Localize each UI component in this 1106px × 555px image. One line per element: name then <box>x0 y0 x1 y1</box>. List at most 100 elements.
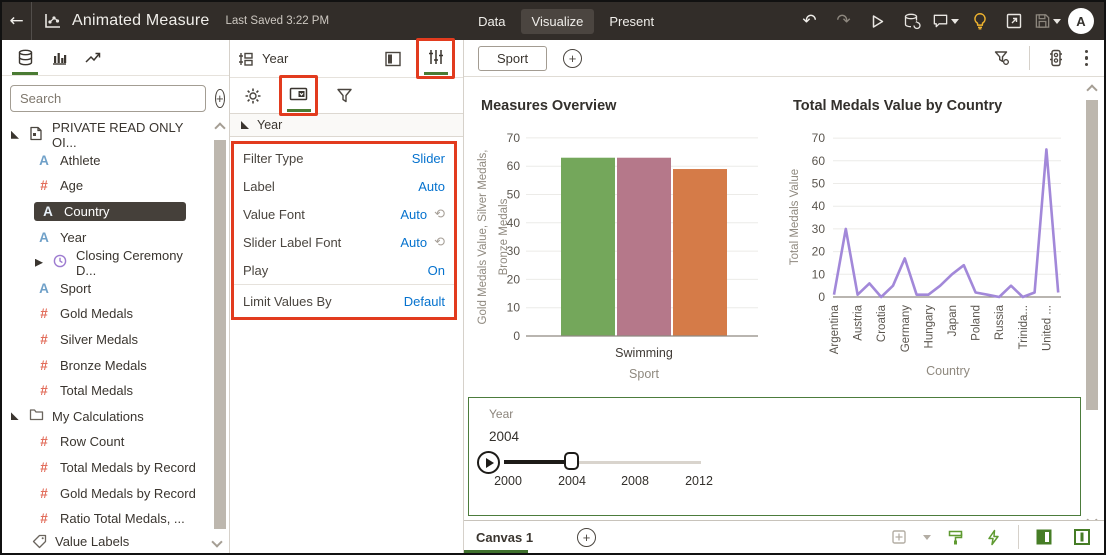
properties-title: Year <box>262 51 289 66</box>
redo-button[interactable]: ↷ <box>830 8 857 35</box>
viz-total-medals-by-country[interactable]: Total Medals Value by Country Total Medal… <box>781 77 1104 395</box>
refresh-data-icon <box>904 13 921 30</box>
tree-item-closing-ceremony-d[interactable]: Closing Ceremony D... <box>2 248 213 278</box>
prop-row-limit-values-by: Limit Values By Default <box>234 284 454 317</box>
tree-item-gold-medals-by-record[interactable]: # Gold Medals by Record <box>2 480 213 506</box>
x-tick-label: Hungary <box>923 305 935 349</box>
value-labels-section[interactable]: Value Labels <box>2 530 229 553</box>
tree-item-gold-medals[interactable]: # Gold Medals <box>2 301 213 327</box>
prop-value[interactable]: Slider <box>412 151 445 166</box>
tree-item-ratio-total-medals[interactable]: # Ratio Total Medals, ... <box>2 506 213 532</box>
section-expander-icon[interactable] <box>240 120 250 130</box>
canvas-scrollbar[interactable] <box>1085 84 1099 526</box>
reset-icon[interactable]: ⟲ <box>434 208 445 221</box>
line-series[interactable] <box>832 148 1060 299</box>
prop-value[interactable]: Auto <box>400 235 427 250</box>
prop-value[interactable]: On <box>428 263 445 278</box>
prop-value[interactable]: Default <box>404 294 445 309</box>
tree-expander-icon[interactable] <box>10 130 20 140</box>
slider-play-button[interactable] <box>477 451 500 474</box>
filter-values-button[interactable] <box>331 82 358 109</box>
tree-item-bronze-medals[interactable]: # Bronze Medals <box>2 352 213 378</box>
undo-button[interactable]: ↶ <box>796 8 823 35</box>
viz-measures-overview[interactable]: Measures Overview Gold Medals Value, Silv… <box>464 77 781 395</box>
y-tick-label: 50 <box>812 177 826 191</box>
canvas-actions-button[interactable] <box>980 524 1007 551</box>
slider-handle[interactable] <box>564 452 579 470</box>
scroll-up-icon[interactable] <box>1086 84 1098 96</box>
tree-item-private-read-only-oi[interactable]: PRIVATE READ ONLY OI... <box>2 120 213 150</box>
collapse-section-icon[interactable] <box>211 535 223 548</box>
tree-item-total-medals[interactable]: # Total Medals <box>2 378 213 404</box>
display-options-button[interactable] <box>285 80 312 107</box>
present-play-button[interactable] <box>864 8 891 35</box>
tree-item-row-count[interactable]: # Row Count <box>2 429 213 455</box>
prop-label: Play <box>243 262 269 278</box>
tab-visualizations[interactable] <box>42 40 76 75</box>
insights-button[interactable] <box>966 8 993 35</box>
general-settings-button[interactable] <box>239 82 266 109</box>
sport-filter-pill[interactable]: Sport <box>478 45 548 71</box>
tab-present[interactable]: Present <box>598 9 665 34</box>
tree-item-total-medals-by-record[interactable]: # Total Medals by Record <box>2 455 213 481</box>
add-filter-button[interactable]: + <box>563 48 583 68</box>
add-data-button[interactable]: + <box>215 88 225 108</box>
tree-expander-icon[interactable] <box>10 411 20 421</box>
bar-silver-medals[interactable] <box>617 157 671 336</box>
back-button[interactable]: ← <box>2 2 32 40</box>
tab-data-elements[interactable] <box>8 40 42 75</box>
properties-tab-button[interactable] <box>422 43 449 70</box>
prop-value[interactable]: Auto <box>418 179 445 194</box>
text-field-icon: A <box>39 152 49 168</box>
scrollbar-thumb[interactable] <box>1086 100 1098 410</box>
prop-value[interactable]: Auto <box>400 207 427 222</box>
tree-item-label: Gold Medals <box>60 306 133 322</box>
pinned-filters-button[interactable] <box>1043 45 1070 72</box>
reset-icon[interactable]: ⟲ <box>434 236 445 249</box>
panel-toggle-left-button[interactable] <box>1030 524 1057 551</box>
tree-item-age[interactable]: # Age <box>2 173 213 199</box>
prop-row-slider-label-font: Slider Label Font Auto ⟲ <box>234 228 454 256</box>
y-tick-label: 10 <box>507 301 521 315</box>
canvas-menu-button[interactable] <box>1083 48 1091 69</box>
export-window-button[interactable] <box>1000 8 1027 35</box>
panel-toggle-right-button[interactable] <box>1068 524 1095 551</box>
canvas-style-button[interactable] <box>942 524 969 551</box>
add-canvas-button[interactable]: + <box>577 527 597 547</box>
prop-row-play: Play On <box>234 256 454 284</box>
tree-expander-icon[interactable] <box>34 258 44 268</box>
search-input[interactable] <box>10 84 206 112</box>
slider-title: Year <box>489 407 514 421</box>
tab-analytics[interactable] <box>76 40 110 75</box>
tree-item-label: My Calculations <box>52 408 144 424</box>
comments-button[interactable] <box>932 8 959 35</box>
tab-data[interactable]: Data <box>467 9 516 34</box>
lightbulb-icon <box>973 13 986 30</box>
scrollbar-thumb[interactable] <box>214 140 226 529</box>
filter-settings-button[interactable] <box>989 45 1016 72</box>
canvas-layout-button[interactable] <box>885 524 912 551</box>
refresh-data-button[interactable] <box>898 8 925 35</box>
viz-year-slider-filter[interactable]: Year 2004 2000 2004 2008 2012 <box>468 397 1081 516</box>
avatar[interactable]: A <box>1068 8 1094 34</box>
bar-gold-medals-value[interactable] <box>561 157 615 336</box>
layout-caret-icon[interactable] <box>923 534 931 540</box>
tab-visualize[interactable]: Visualize <box>520 8 595 34</box>
bar-bronze-medals[interactable] <box>673 169 727 336</box>
x-tick-label: United ... <box>1041 305 1053 351</box>
properties-tab-highlight <box>416 38 455 79</box>
canvas-tab-1[interactable]: Canvas 1 <box>464 521 545 553</box>
tree-item-label: Bronze Medals <box>60 357 147 373</box>
bar-chart-icon <box>52 53 66 65</box>
tree-item-my-calculations[interactable]: My Calculations <box>2 404 213 430</box>
comment-icon <box>933 14 948 28</box>
paint-brush-icon <box>948 530 963 544</box>
section-header[interactable]: Year <box>230 113 463 137</box>
divider <box>1018 525 1019 549</box>
tree-item-country[interactable]: A Country <box>2 199 213 225</box>
save-button[interactable] <box>1034 8 1061 35</box>
scroll-up-icon[interactable] <box>214 122 226 134</box>
tree-item-silver-medals[interactable]: # Silver Medals <box>2 327 213 353</box>
grammar-panel-button[interactable] <box>379 45 406 72</box>
sidebar-scrollbar[interactable] <box>213 122 227 537</box>
